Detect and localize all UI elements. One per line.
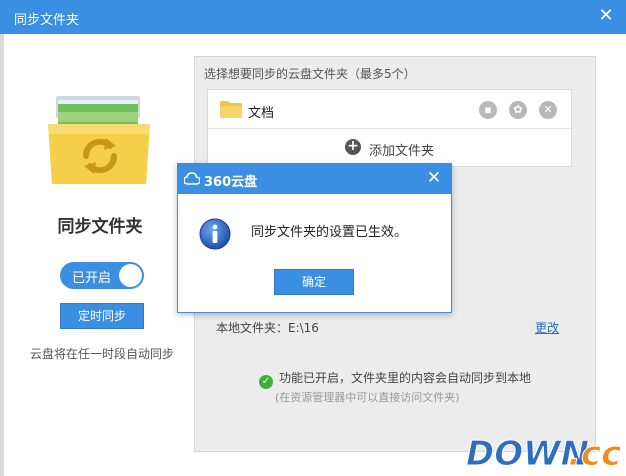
change-path-link[interactable]: 更改 [535,319,559,336]
close-icon[interactable]: ✕ [596,6,616,26]
add-folder-button[interactable]: + 添加文件夹 [208,129,571,166]
dialog-title: 360云盘 [204,175,258,190]
remove-icon[interactable]: ✕ [539,101,557,119]
folder-list: 文档 ▪ ✿ ✕ + 添加文件夹 [207,89,572,167]
sync-folder-illustration [48,96,150,184]
list-item[interactable]: 文档 ▪ ✿ ✕ [208,90,571,129]
feature-heading: 同步文件夹 [57,217,143,237]
panel-hint: 选择想要同步的云盘文件夹（最多5个） [204,67,416,81]
watermark-logo: DOWN .cc [466,434,622,473]
window-edge [0,34,4,476]
window-title: 同步文件夹 [14,13,80,28]
add-folder-label: 添加文件夹 [369,144,435,159]
svg-text:.cc: .cc [568,434,621,472]
settings-icon[interactable]: ✿ [509,101,527,119]
status-text: 功能已开启，文件夹里的内容会自动同步到本地 [279,371,532,385]
confirmation-dialog: 360云盘 ✕ 同步文件夹的设置已生效。 确定 [177,163,452,313]
dialog-titlebar: 360云盘 ✕ [178,164,451,194]
folder-icon [220,101,242,118]
sync-toggle[interactable]: 已开启 [60,262,144,289]
folder-name: 文档 [248,106,275,121]
info-icon [199,218,231,250]
ok-button[interactable]: 确定 [274,269,354,295]
sync-status: ✓ 功能已开启，文件夹里的内容会自动同步到本地 [259,369,531,389]
window-titlebar: 同步文件夹 ✕ [0,0,626,34]
check-icon: ✓ [259,375,273,389]
open-folder-icon[interactable]: ▪ [479,101,497,119]
toggle-label: 已开启 [72,271,112,286]
toggle-knob [119,264,142,287]
plus-icon: + [345,139,361,155]
local-folder-path: 本地文件夹：E:\16 [216,321,319,335]
sync-substatus: (在资源管理器中可以直接访问文件夹) [275,391,460,404]
scheduled-sync-button[interactable]: 定时同步 [60,303,144,329]
close-icon[interactable]: ✕ [425,168,443,188]
feature-description: 云盘将在任一时段自动同步 [29,347,174,361]
dialog-message: 同步文件夹的设置已生效。 [251,225,408,240]
cloud-icon [184,172,200,185]
